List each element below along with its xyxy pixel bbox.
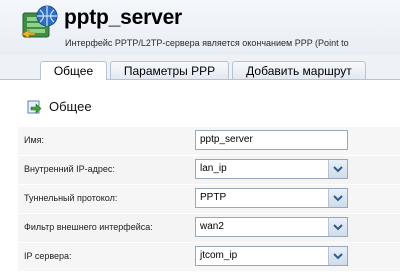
form-row-server-ip: IP сервера: jtcom_ip [18,243,400,272]
server-ip-value: jtcom_ip [200,250,238,261]
section-header: Общее [27,97,92,115]
tab-add-route[interactable]: Добавить маршрут [232,61,366,79]
form-row-internal-ip: Внутренний IP-адрес: lan_ip [18,156,400,185]
arrow-edit-icon [27,100,42,114]
server-ip-label: IP сервера: [24,251,72,261]
settings-form: Имя: pptp_server Внутренний IP-адрес: la… [18,127,400,272]
chevron-down-icon[interactable] [328,189,347,207]
name-input[interactable]: pptp_server [195,130,348,150]
internal-ip-value: lan_ip [200,163,227,174]
section-title: Общее [49,98,92,114]
chevron-down-icon[interactable] [328,247,347,265]
chevron-down-icon[interactable] [328,218,347,236]
internal-ip-select[interactable]: lan_ip [195,159,348,179]
server-ip-select[interactable]: jtcom_ip [195,246,348,266]
tunnel-protocol-value: PPTP [200,192,227,203]
internal-ip-label: Внутренний IP-адрес: [24,164,115,174]
tunnel-protocol-select[interactable]: PPTP [195,188,348,208]
tunnel-protocol-label: Туннельный протокол: [24,193,118,203]
interface-filter-select[interactable]: wan2 [195,217,348,237]
page-subtitle: Интерфейс PPTP/L2TP-сервера является око… [65,38,349,48]
form-row-tunnel-protocol: Туннельный протокол: PPTP [18,185,400,214]
page-header: pptp_server Интерфейс PPTP/L2TP-сервера … [0,0,400,56]
name-label: Имя: [24,135,45,145]
tab-bar: Общее Параметры PPP Добавить маршрут [0,55,400,80]
form-row-name: Имя: pptp_server [18,127,400,156]
form-row-interface-filter: Фильтр внешнего интерфейса: wan2 [18,214,400,243]
tab-general[interactable]: Общее [40,61,107,80]
chevron-down-icon[interactable] [328,160,347,178]
tab-ppp-params[interactable]: Параметры PPP [110,61,229,79]
server-network-icon [21,5,58,39]
interface-filter-label: Фильтр внешнего интерфейса: [24,222,153,232]
page-title: pptp_server [64,6,183,29]
interface-filter-value: wan2 [200,221,224,232]
